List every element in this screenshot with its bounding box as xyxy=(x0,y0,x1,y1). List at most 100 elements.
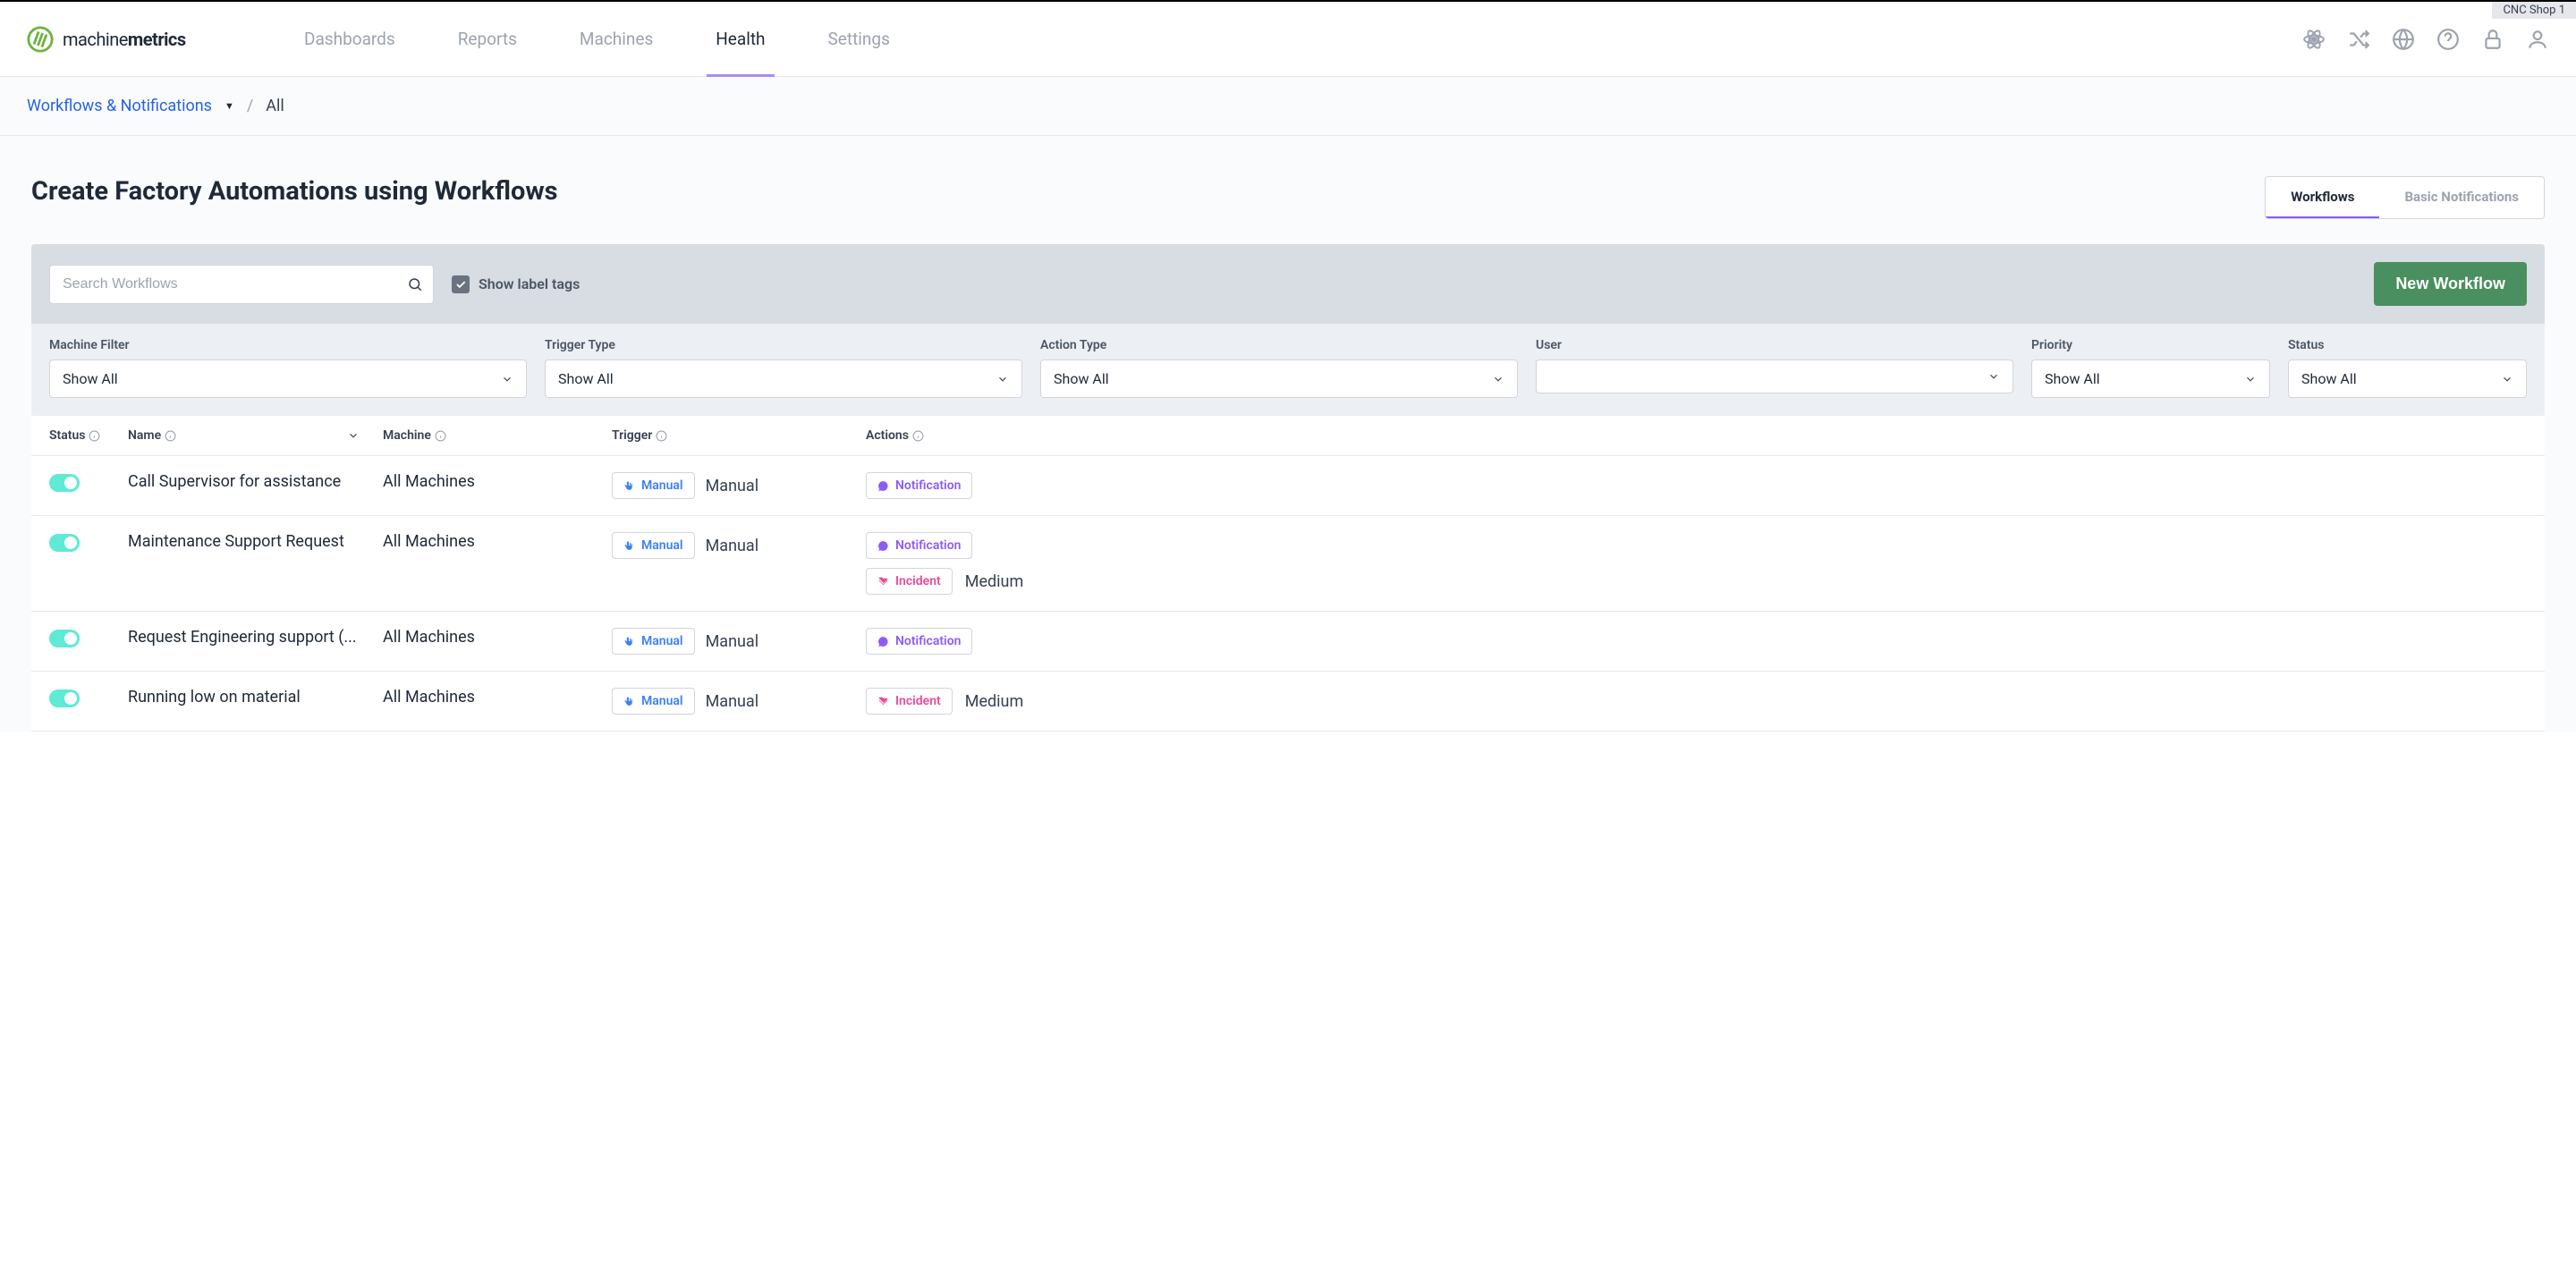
table-body: Call Supervisor for assistance All Machi… xyxy=(31,456,2545,732)
table-row[interactable]: Call Supervisor for assistance All Machi… xyxy=(31,456,2545,516)
cell-machine: All Machines xyxy=(383,628,612,647)
badge-notification: Notification xyxy=(866,472,972,499)
cell-machine: All Machines xyxy=(383,532,612,551)
table-row[interactable]: Maintenance Support Request All Machines… xyxy=(31,516,2545,612)
tab-toggle: Workflows Basic Notifications xyxy=(2265,176,2545,219)
cell-status xyxy=(49,628,128,647)
chevron-down-icon xyxy=(1987,370,2000,383)
cell-machine: All Machines xyxy=(383,472,612,491)
filter-user-select[interactable] xyxy=(1536,360,2013,393)
table-header: Status Name Machine Trigger Actions xyxy=(31,416,2545,456)
filter-action-select[interactable]: Show All xyxy=(1040,360,1518,398)
logo-text: machinemetrics xyxy=(63,29,186,50)
status-toggle[interactable] xyxy=(49,690,80,707)
info-icon xyxy=(165,430,176,442)
trigger-text: Manual xyxy=(706,692,759,711)
badge-incident: Incident xyxy=(866,688,953,715)
priority-text: Medium xyxy=(965,692,1024,711)
action-row: Incident Medium xyxy=(866,568,1023,595)
filter-status: Status Show All xyxy=(2288,338,2527,398)
user-icon[interactable] xyxy=(2526,28,2549,51)
search-input[interactable] xyxy=(49,265,434,304)
nav-settings[interactable]: Settings xyxy=(828,2,890,76)
badge-manual: Manual xyxy=(612,472,695,499)
workflows-table: Status Name Machine Trigger Actions Call… xyxy=(31,416,2545,732)
col-trigger[interactable]: Trigger xyxy=(612,428,866,443)
atom-icon[interactable] xyxy=(2302,28,2326,51)
search-icon xyxy=(407,276,423,292)
chevron-down-icon xyxy=(347,429,360,442)
shuffle-icon[interactable] xyxy=(2347,28,2370,51)
chevron-down-icon xyxy=(501,373,513,385)
tab-notifications[interactable]: Basic Notifications xyxy=(2379,177,2544,218)
col-actions[interactable]: Actions xyxy=(866,428,924,443)
nav-machines[interactable]: Machines xyxy=(580,2,653,76)
trigger-text: Manual xyxy=(706,537,759,555)
cell-status xyxy=(49,532,128,552)
filter-priority-select[interactable]: Show All xyxy=(2031,360,2270,398)
chevron-down-icon xyxy=(2501,373,2513,385)
filter-label: Action Type xyxy=(1040,338,1518,352)
cell-actions: Notification xyxy=(866,472,972,499)
chevron-down-icon[interactable]: ▼ xyxy=(225,100,234,112)
cell-trigger: Manual Manual xyxy=(612,532,866,559)
col-status[interactable]: Status xyxy=(49,428,128,443)
action-row: Notification xyxy=(866,532,1023,559)
breadcrumb-current: All xyxy=(266,97,284,115)
badge-notification: Notification xyxy=(866,628,972,655)
lock-icon[interactable] xyxy=(2481,28,2504,51)
cell-name: Call Supervisor for assistance xyxy=(128,472,383,491)
filter-machine: Machine Filter Show All xyxy=(49,338,527,398)
filters: Machine Filter Show All Trigger Type Sho… xyxy=(31,324,2545,416)
main-nav: Dashboards Reports Machines Health Setti… xyxy=(304,2,2302,76)
trigger-text: Manual xyxy=(706,477,759,495)
trigger-text: Manual xyxy=(706,632,759,651)
nav-reports[interactable]: Reports xyxy=(458,2,517,76)
col-machine[interactable]: Machine xyxy=(383,428,612,443)
chevron-down-icon xyxy=(2244,373,2257,385)
table-row[interactable]: Running low on material All Machines Man… xyxy=(31,672,2545,732)
cell-name: Request Engineering support (... xyxy=(128,628,383,647)
col-name[interactable]: Name xyxy=(128,428,383,443)
badge-incident: Incident xyxy=(866,568,953,595)
filter-label: Trigger Type xyxy=(545,338,1022,352)
action-row: Notification xyxy=(866,472,972,499)
filter-label: Priority xyxy=(2031,338,2270,352)
cell-name: Maintenance Support Request xyxy=(128,532,383,551)
cell-status xyxy=(49,472,128,492)
filter-user: User xyxy=(1536,338,2013,398)
table-row[interactable]: Request Engineering support (... All Mac… xyxy=(31,612,2545,672)
new-workflow-button[interactable]: New Workflow xyxy=(2374,262,2527,306)
status-toggle[interactable] xyxy=(49,474,80,492)
filter-machine-select[interactable]: Show All xyxy=(49,360,527,398)
info-icon xyxy=(656,430,667,442)
status-toggle[interactable] xyxy=(49,630,80,647)
header-icons xyxy=(2302,28,2549,51)
checkbox-label: Show label tags xyxy=(479,275,580,292)
info-icon xyxy=(89,430,100,442)
cell-status xyxy=(49,688,128,707)
chevron-down-icon xyxy=(996,373,1009,385)
logo-icon xyxy=(27,26,54,53)
filter-trigger-select[interactable]: Show All xyxy=(545,360,1022,398)
filter-action: Action Type Show All xyxy=(1040,338,1518,398)
filter-label: Status xyxy=(2288,338,2527,352)
filter-status-select[interactable]: Show All xyxy=(2288,360,2527,398)
globe-icon[interactable] xyxy=(2392,28,2415,51)
cell-trigger: Manual Manual xyxy=(612,472,866,499)
nav-dashboards[interactable]: Dashboards xyxy=(304,2,395,76)
page-header: Create Factory Automations using Workflo… xyxy=(31,176,2545,219)
show-labels-checkbox-wrap[interactable]: Show label tags xyxy=(452,275,580,293)
tab-workflows[interactable]: Workflows xyxy=(2266,177,2379,218)
page-content: Create Factory Automations using Workflo… xyxy=(0,136,2576,732)
badge-manual: Manual xyxy=(612,628,695,655)
nav-health[interactable]: Health xyxy=(716,2,765,76)
breadcrumb-link[interactable]: Workflows & Notifications xyxy=(27,97,212,115)
status-toggle[interactable] xyxy=(49,534,80,552)
logo[interactable]: machinemetrics xyxy=(27,26,304,53)
badge-manual: Manual xyxy=(612,532,695,559)
checkbox-icon xyxy=(452,275,470,293)
help-icon[interactable] xyxy=(2436,28,2460,51)
search-wrap xyxy=(49,265,434,304)
filter-label: User xyxy=(1536,338,2013,352)
